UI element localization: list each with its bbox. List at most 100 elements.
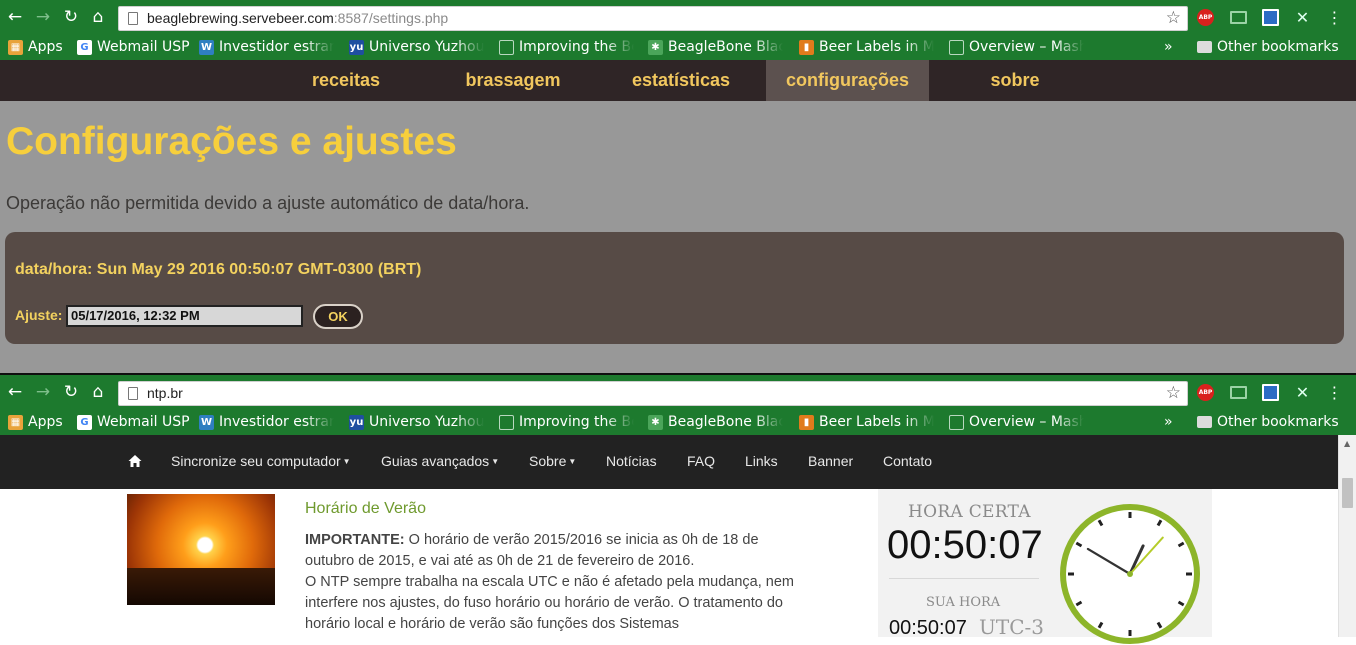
scroll-up-icon[interactable]: ▲ — [1344, 439, 1350, 448]
bookmark-item[interactable]: ✱ BeagleBone Blac — [648, 37, 783, 57]
address-bar[interactable]: ntp.br ☆ — [118, 381, 1188, 406]
url-path: :8587/settings.php — [333, 10, 449, 26]
adblock-icon[interactable]: ABP — [1197, 384, 1214, 401]
datetime-panel: data/hora: Sun May 29 2016 00:50:07 GMT-… — [5, 232, 1344, 344]
article-title[interactable]: Horário de Verão — [305, 500, 426, 518]
nav-sincronize[interactable]: Sincronize seu computador ▼ — [171, 453, 351, 469]
bookmark-item[interactable]: Overview – Mash — [949, 37, 1084, 57]
browser-chrome-bottom: ← → ↻ ⌂ ntp.br ☆ ABP ✕ ⋮ ▦ Apps G Webmail U… — [0, 375, 1356, 435]
nav-noticias[interactable]: Notícias — [606, 453, 657, 469]
home-icon[interactable]: ⌂ — [88, 382, 108, 402]
beaglebrewing-page: receitas brassagem estatísticas configur… — [0, 60, 1356, 373]
bookmark-item[interactable]: G Webmail USP — [77, 37, 192, 57]
bookmark-item[interactable]: W Investidor estran — [199, 37, 334, 57]
folder-icon — [1197, 416, 1212, 428]
bookmarks-overflow-icon[interactable]: » — [1164, 412, 1173, 432]
error-message: Operação não permitida devido a ajuste a… — [6, 193, 530, 213]
star-icon[interactable]: ☆ — [1166, 383, 1181, 403]
extension-icon[interactable] — [1262, 384, 1279, 401]
nav-sobre[interactable]: sobre — [950, 60, 1080, 101]
reload-icon[interactable]: ↻ — [61, 7, 81, 27]
bookmark-label: Universo Yuzhou — [369, 39, 484, 55]
page-icon — [128, 387, 138, 400]
sunset-image — [127, 494, 275, 605]
menu-icon[interactable]: ⋮ — [1326, 9, 1343, 26]
bookmark-item[interactable]: ▦ Apps — [8, 37, 68, 57]
other-bookmarks[interactable]: Other bookmarks — [1197, 412, 1339, 432]
other-bookmarks-label: Other bookmarks — [1217, 39, 1339, 55]
extension-x-icon[interactable]: ✕ — [1294, 9, 1311, 26]
back-icon[interactable]: ← — [5, 7, 25, 27]
bookmark-item[interactable]: ✱ BeagleBone Blac — [648, 412, 783, 432]
nav-label: Sobre — [529, 453, 567, 469]
analog-clock — [1060, 504, 1200, 644]
bookmark-item[interactable]: Overview – Mash — [949, 412, 1084, 432]
nav-brassagem[interactable]: brassagem — [444, 60, 582, 101]
bookmark-item[interactable]: ▮ Beer Labels in Mo — [799, 412, 934, 432]
bookmark-label: Universo Yuzhou — [369, 414, 484, 430]
back-icon[interactable]: ← — [5, 382, 25, 402]
omnibar: ← → ↻ ⌂ beaglebrewing.servebeer.com:8587… — [0, 0, 1356, 35]
bookmark-item[interactable]: G Webmail USP — [77, 412, 192, 432]
page-icon — [949, 39, 964, 55]
nav-guias[interactable]: Guias avançados ▼ — [381, 453, 499, 469]
article-body: IMPORTANTE: O horário de verão 2015/2016… — [305, 530, 800, 635]
browser-chrome-top: ← → ↻ ⌂ beaglebrewing.servebeer.com:8587… — [0, 0, 1356, 60]
page-title: Configurações e ajustes — [6, 120, 457, 163]
nav-contato[interactable]: Contato — [883, 453, 932, 469]
forward-icon[interactable]: → — [33, 382, 53, 402]
nav-banner[interactable]: Banner — [808, 453, 853, 469]
home-icon[interactable] — [128, 454, 142, 468]
beaglebone-icon: ✱ — [648, 414, 663, 430]
home-icon[interactable]: ⌂ — [88, 7, 108, 27]
bookmark-label: Webmail USP — [97, 39, 190, 55]
bookmark-label: Investidor estran — [219, 414, 334, 430]
nav-links[interactable]: Links — [745, 453, 778, 469]
bookmark-item[interactable]: ▦ Apps — [8, 412, 68, 432]
caret-down-icon: ▼ — [568, 457, 577, 466]
beer-icon: ▮ — [799, 414, 814, 430]
nav-label: Sincronize seu computador — [171, 453, 341, 469]
scrollbar-thumb[interactable] — [1342, 478, 1353, 508]
important-label: IMPORTANTE: — [305, 532, 405, 548]
bookmark-item[interactable]: W Investidor estran — [199, 412, 334, 432]
bookmark-item[interactable]: Improving the Be — [499, 412, 634, 432]
nav-faq[interactable]: FAQ — [687, 453, 715, 469]
bookmark-item[interactable]: yu Universo Yuzhou — [349, 412, 484, 432]
nav-configuracoes[interactable]: configurações — [766, 60, 929, 101]
adblock-icon[interactable]: ABP — [1197, 9, 1214, 26]
address-bar[interactable]: beaglebrewing.servebeer.com:8587/setting… — [118, 6, 1188, 31]
other-bookmarks[interactable]: Other bookmarks — [1197, 37, 1339, 57]
bookmark-item[interactable]: ▮ Beer Labels in Mo — [799, 37, 934, 57]
clock-widget: HORA CERTA 00:50:07 SUA HORA 00:50:07 UT… — [878, 489, 1212, 644]
bookmarks-overflow-icon[interactable]: » — [1164, 37, 1173, 57]
datetime-input[interactable]: 05/17/2016, 12:32 PM — [66, 305, 303, 327]
cast-icon[interactable] — [1230, 386, 1247, 399]
bookmark-label: Beer Labels in Mo — [819, 414, 934, 430]
ok-button[interactable]: OK — [313, 304, 363, 329]
page-icon — [499, 414, 514, 430]
bookmarks-bar: ▦ Apps G Webmail USP W Investidor estran yu Uni… — [0, 410, 1356, 435]
official-time-label: HORA CERTA — [908, 502, 1031, 522]
extension-icon[interactable] — [1262, 9, 1279, 26]
other-bookmarks-label: Other bookmarks — [1217, 414, 1339, 430]
extension-x-icon[interactable]: ✕ — [1294, 384, 1311, 401]
menu-icon[interactable]: ⋮ — [1326, 384, 1343, 401]
forward-icon[interactable]: → — [33, 7, 53, 27]
reload-icon[interactable]: ↻ — [61, 382, 81, 402]
nav-estatisticas[interactable]: estatísticas — [612, 60, 750, 101]
ntp-page: Sincronize seu computador ▼ Guias avançad… — [0, 435, 1356, 644]
google-icon: G — [77, 414, 92, 430]
bookmark-item[interactable]: Improving the Be — [499, 37, 634, 57]
nav-sobre[interactable]: Sobre ▼ — [529, 453, 576, 469]
star-icon[interactable]: ☆ — [1166, 8, 1181, 28]
datetime-readout: data/hora: Sun May 29 2016 00:50:07 GMT-… — [15, 261, 422, 278]
article-paragraph-2: O NTP sempre trabalha na escala UTC e nã… — [305, 574, 794, 632]
google-icon: G — [77, 39, 92, 55]
cast-icon[interactable] — [1230, 11, 1247, 24]
wordpress-icon: W — [199, 39, 214, 55]
nav-receitas[interactable]: receitas — [278, 60, 414, 101]
scrollbar[interactable]: ▲ — [1338, 435, 1356, 637]
bookmark-item[interactable]: yu Universo Yuzhou — [349, 37, 484, 57]
bookmark-label: Overview – Mash — [969, 39, 1084, 55]
